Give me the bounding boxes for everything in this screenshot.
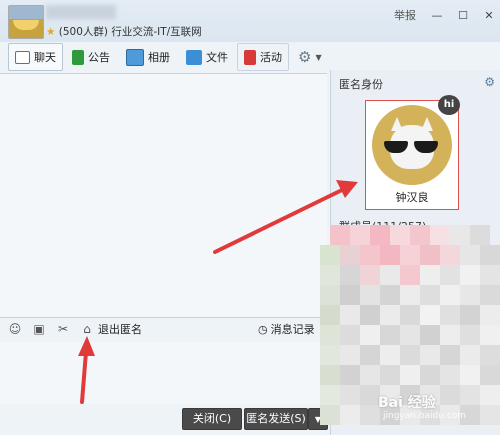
tab-album[interactable]: 相册 — [119, 43, 177, 71]
tab-activity[interactable]: 活动 — [237, 43, 289, 71]
anonymous-mask-icon: ⌂ — [83, 322, 91, 336]
minimize-button[interactable]: — — [432, 9, 443, 22]
anonymous-send-button[interactable]: 匿名发送(S) — [244, 408, 308, 430]
clock-icon: ◷ — [258, 322, 268, 336]
hi-badge[interactable]: hi — [438, 95, 460, 115]
group-avatar[interactable] — [8, 5, 44, 39]
photo-album-icon — [126, 48, 144, 66]
message-input[interactable] — [0, 342, 327, 404]
maximize-button[interactable]: ☐ — [458, 9, 468, 22]
tab-chat[interactable]: 聊天 — [8, 43, 63, 71]
anonymous-identity-title: 匿名身份 — [339, 78, 383, 91]
chat-icon — [15, 50, 30, 64]
image-icon[interactable]: ▣ — [32, 322, 46, 336]
chevron-down-icon: ▼ — [315, 52, 322, 62]
tab-announcement[interactable]: 公告 — [65, 43, 117, 71]
qq-group-chat-window: ★ (500人群) 行业交流-IT/互联网 举报 — ☐ ✕ 聊天 公告 相册 … — [0, 0, 500, 435]
close-button[interactable]: 关闭(C) — [182, 408, 242, 430]
message-history-area[interactable] — [0, 73, 327, 318]
scissors-icon[interactable]: ✂ — [56, 322, 70, 336]
anonymous-name: 钟汉良 — [395, 191, 429, 204]
star-icon: ★ — [46, 26, 56, 38]
anonymous-avatar — [372, 105, 452, 185]
folder-icon — [186, 49, 202, 65]
anonymous-identity-card[interactable]: hi 钟汉良 — [365, 95, 460, 210]
close-window-button[interactable]: ✕ — [484, 9, 494, 22]
tab-bar: 聊天 公告 相册 文件 活动 ⚙ ▼ — [0, 42, 330, 72]
exit-anonymous-button[interactable]: ⌂ 退出匿名 — [80, 321, 142, 337]
tab-files[interactable]: 文件 — [179, 43, 235, 71]
baidu-watermark-url: jingyan.baidu.com — [383, 411, 467, 421]
activity-flag-icon — [244, 49, 256, 65]
group-name-blurred — [46, 5, 116, 19]
announcement-flag-icon — [72, 49, 84, 65]
settings-dropdown[interactable]: ⚙ ▼ — [291, 43, 329, 71]
title-bar: ★ (500人群) 行业交流-IT/互联网 举报 — ☐ ✕ — [0, 0, 500, 42]
gear-icon: ⚙ — [298, 48, 312, 66]
emoji-icon[interactable]: ☺ — [8, 322, 22, 336]
group-subtitle: ★ (500人群) 行业交流-IT/互联网 — [46, 26, 202, 38]
window-controls: 举报 — ☐ ✕ — [394, 7, 494, 23]
baidu-watermark: Bai 经验 — [378, 395, 436, 411]
message-record-button[interactable]: ◷ 消息记录 — [258, 321, 315, 337]
bottom-bar: 关闭(C) 匿名发送(S) ▼ — [0, 404, 330, 435]
gear-icon[interactable]: ⚙ — [484, 75, 495, 89]
report-link[interactable]: 举报 — [394, 7, 416, 23]
